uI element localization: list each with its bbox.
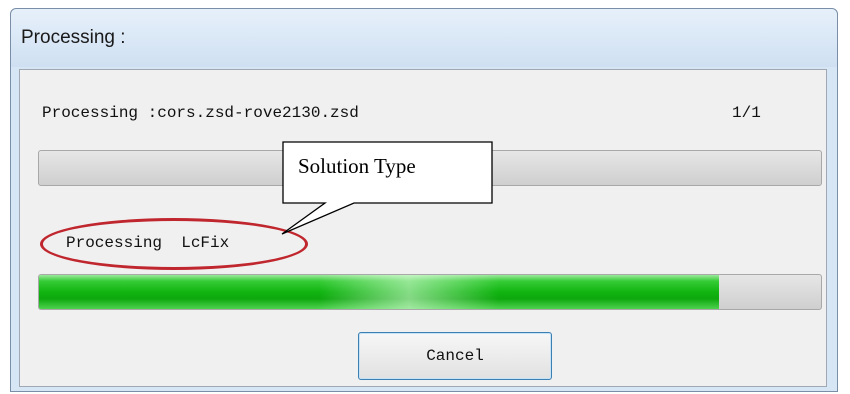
- file-count-label: 1/1: [732, 104, 761, 122]
- highlight-ellipse: [40, 218, 308, 270]
- file-progress-bar: [38, 150, 822, 186]
- dialog-content: Processing :cors.zsd-rove2130.zsd 1/1 Pr…: [19, 69, 827, 387]
- processing-dialog: Processing : Processing :cors.zsd-rove21…: [10, 8, 838, 392]
- window-title: Processing :: [21, 27, 126, 48]
- callout-label: Solution Type: [298, 154, 416, 178]
- cancel-button[interactable]: Cancel: [358, 332, 552, 380]
- step-progress-fill: [39, 275, 720, 309]
- title-bar[interactable]: Processing :: [11, 9, 837, 67]
- step-progress-bar: [38, 274, 822, 310]
- file-status-label: Processing :cors.zsd-rove2130.zsd: [42, 104, 359, 122]
